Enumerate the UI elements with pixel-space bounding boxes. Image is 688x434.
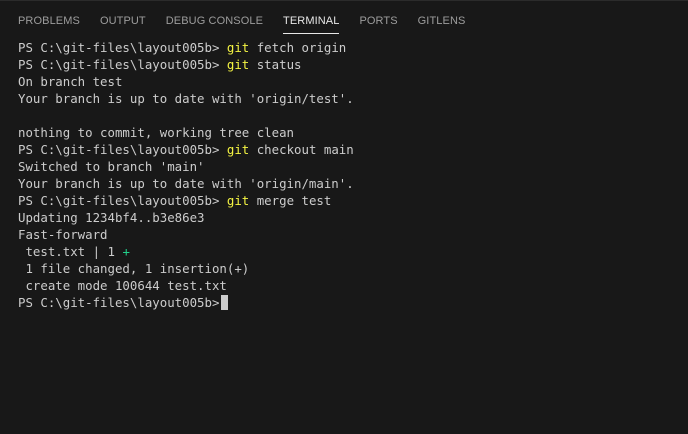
command-args: status [249,57,302,72]
terminal-line: nothing to commit, working tree clean [18,124,680,141]
tab-debug-console[interactable]: DEBUG CONSOLE [156,8,273,34]
tab-problems[interactable]: PROBLEMS [8,8,90,34]
command-args: merge test [249,193,332,208]
terminal-line: Your branch is up to date with 'origin/t… [18,90,680,107]
output-text: Your branch is up to date with 'origin/t… [18,91,354,106]
terminal-cursor [221,295,229,310]
tab-output[interactable]: OUTPUT [90,8,156,34]
tab-ports[interactable]: PORTS [349,8,407,34]
command-name: git [226,40,250,55]
output-text: nothing to commit, working tree clean [18,125,295,140]
command-args: checkout main [249,142,354,157]
terminal-line: PS C:\git-files\layout005b> git status [18,56,680,73]
terminal-prompt: PS C:\git-files\layout005b> [18,142,227,157]
terminal-line: Fast-forward [18,226,680,243]
tab-terminal[interactable]: TERMINAL [273,8,349,34]
terminal-prompt: PS C:\git-files\layout005b> [18,193,227,208]
output-text: Switched to branch 'main' [18,159,205,174]
terminal-line: Updating 1234bf4..b3e86e3 [18,209,680,226]
command-args: fetch origin [249,40,347,55]
terminal-prompt: PS C:\git-files\layout005b> [18,295,220,310]
terminal-line: test.txt | 1 + [18,243,680,260]
terminal-line: create mode 100644 test.txt [18,277,680,294]
terminal-line: PS C:\git-files\layout005b> git fetch or… [18,39,680,56]
terminal-panel: PROBLEMS OUTPUT DEBUG CONSOLE TERMINAL P… [0,0,688,434]
output-text: Fast-forward [18,227,108,242]
terminal-line: On branch test [18,73,680,90]
tab-gitlens[interactable]: GITLENS [408,8,476,34]
command-name: git [226,142,250,157]
output-text: Your branch is up to date with 'origin/m… [18,176,354,191]
diffstat-text: test.txt | 1 [18,244,123,259]
terminal-output[interactable]: PS C:\git-files\layout005b> git fetch or… [18,39,680,434]
output-text: On branch test [18,74,123,89]
diffstat-plus: + [122,244,130,259]
terminal-line: Your branch is up to date with 'origin/m… [18,175,680,192]
output-text: 1 file changed, 1 insertion(+) [18,261,250,276]
panel-tab-bar: PROBLEMS OUTPUT DEBUG CONSOLE TERMINAL P… [0,1,688,34]
output-text: create mode 100644 test.txt [18,278,227,293]
output-text: Updating 1234bf4..b3e86e3 [18,210,205,225]
terminal-prompt: PS C:\git-files\layout005b> [18,40,227,55]
command-name: git [226,193,250,208]
terminal-line: PS C:\git-files\layout005b> [18,294,680,311]
terminal-line: PS C:\git-files\layout005b> git merge te… [18,192,680,209]
terminal-prompt: PS C:\git-files\layout005b> [18,57,227,72]
terminal-line: Switched to branch 'main' [18,158,680,175]
terminal-line: PS C:\git-files\layout005b> git checkout… [18,141,680,158]
command-name: git [226,57,250,72]
terminal-line: 1 file changed, 1 insertion(+) [18,260,680,277]
